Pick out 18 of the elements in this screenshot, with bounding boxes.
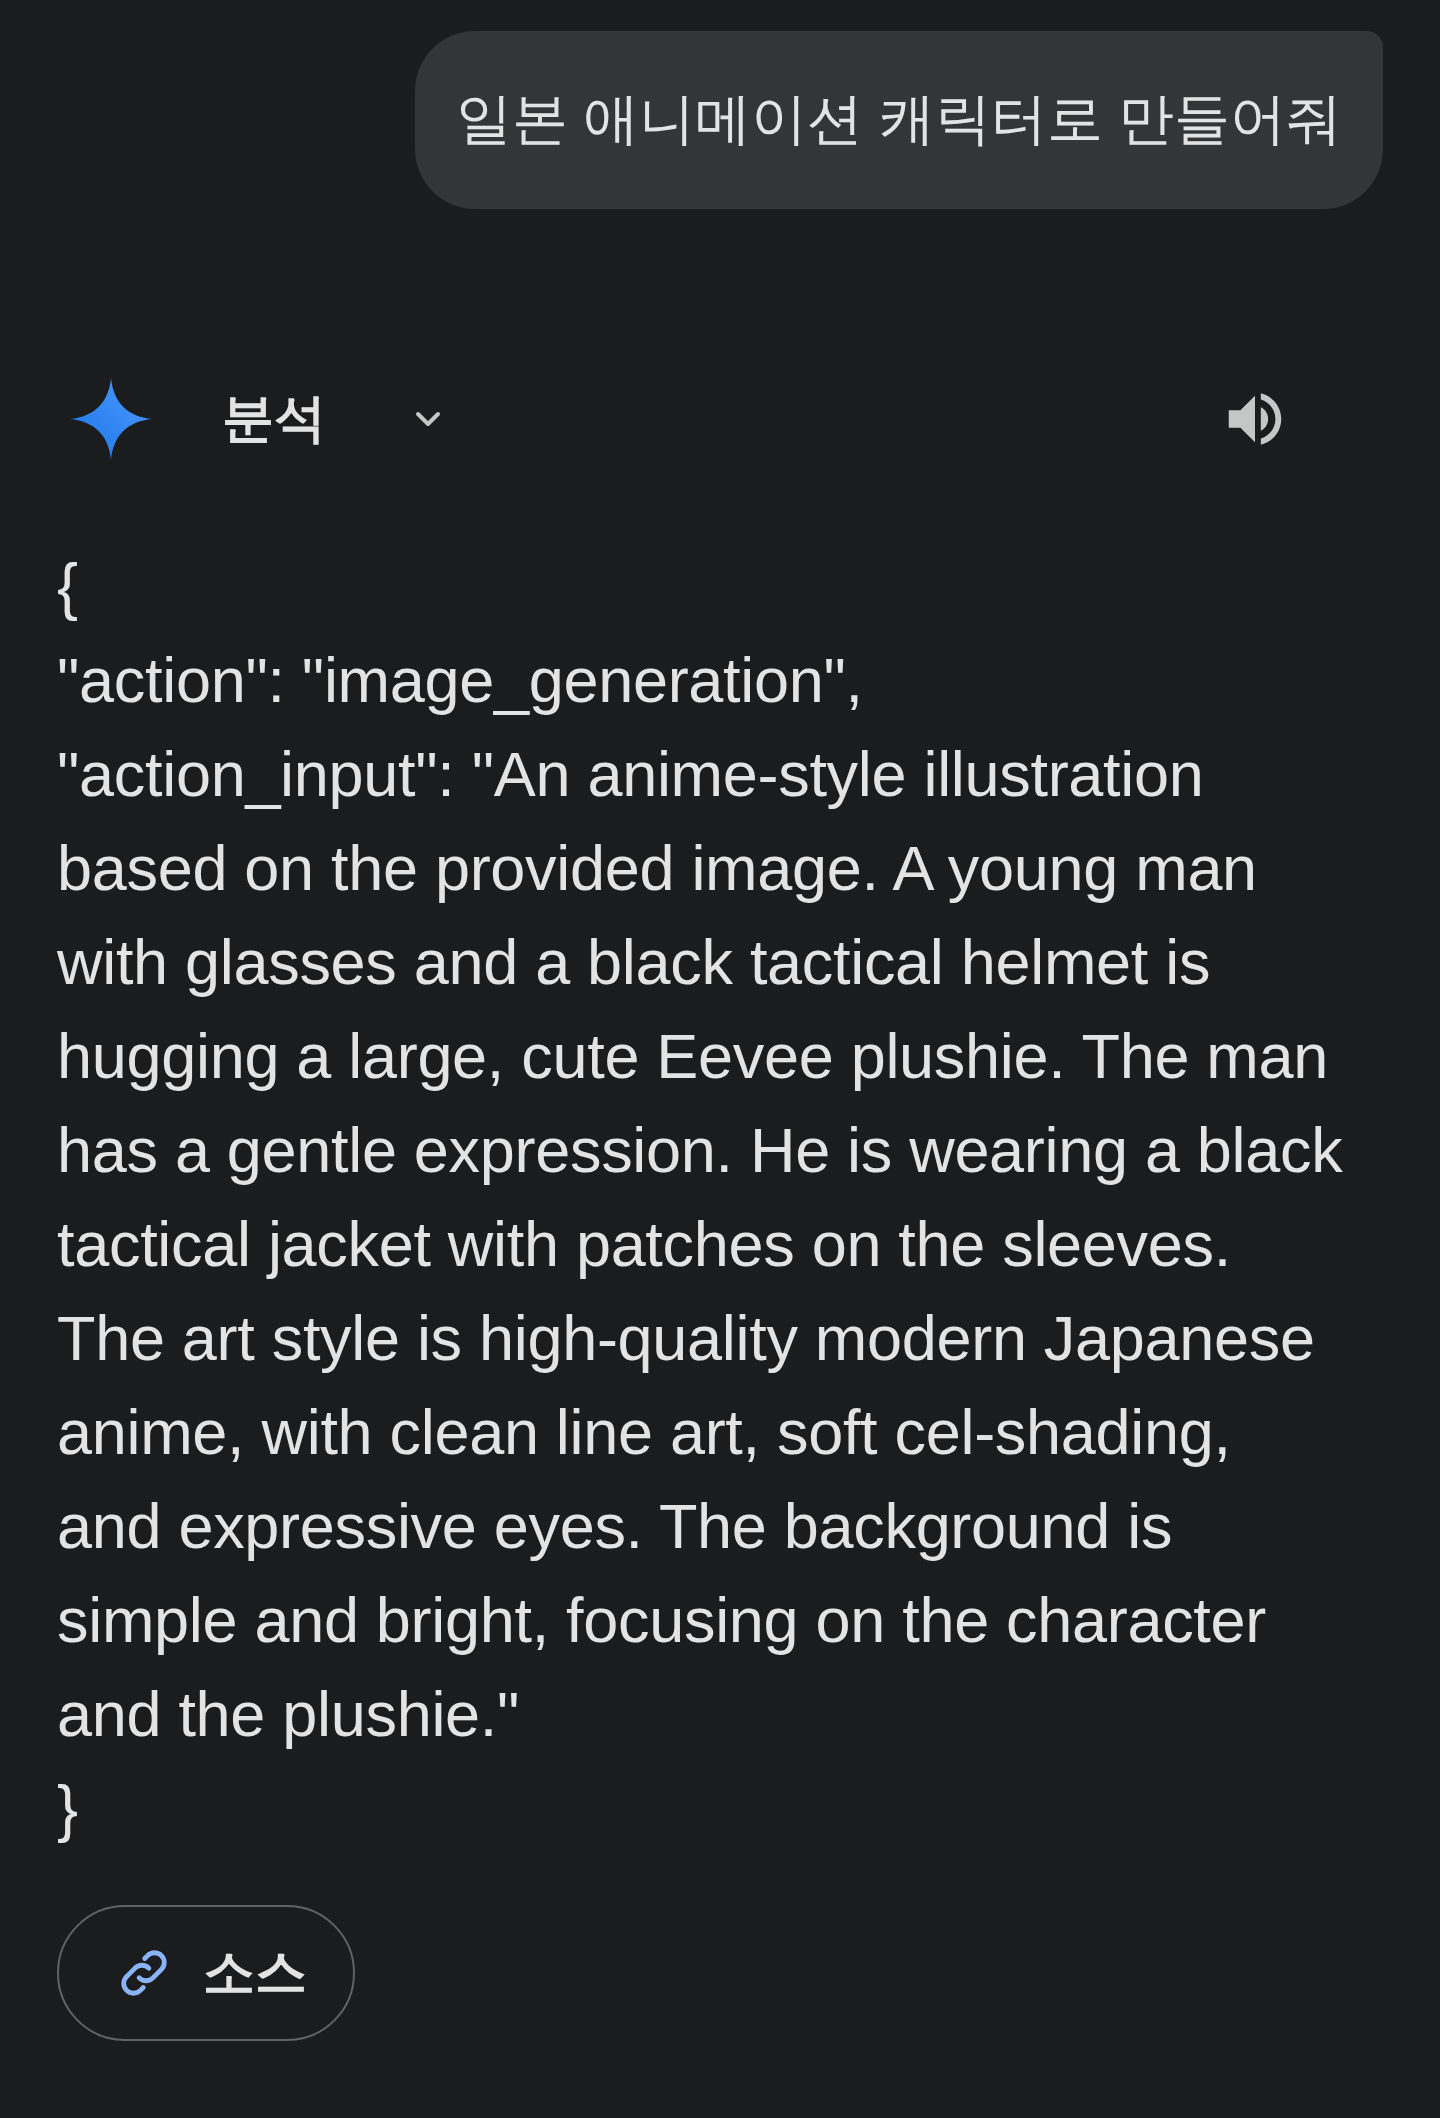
response-text-line: "action": "image_generation",	[57, 644, 864, 717]
response-text-line: has a gentle expression. He is wearing a black	[57, 1114, 1344, 1187]
response-text-line: simple and bright, focusing on the character	[57, 1584, 1267, 1657]
response-text-line: based on the provided image. A young man	[57, 832, 1258, 905]
response-text-line: "action_input": "An anime-style illustration	[57, 738, 1205, 811]
analysis-label: 분석	[222, 388, 326, 449]
response-text-line: with glasses and a black tactical helmet is	[57, 926, 1212, 999]
response-text-line: anime, with clean line art, soft cel-shading,	[57, 1396, 1232, 1469]
response-text-line: }	[57, 1772, 79, 1845]
response-text-line: tactical jacket with patches on the sleeves.	[57, 1208, 1232, 1281]
response-text-line: hugging a large, cute Eevee plushie. The man	[57, 1020, 1329, 1093]
response-text-line: and expressive eyes. The background is	[57, 1490, 1174, 1563]
response-text-line: {	[57, 550, 79, 623]
response-text-line: The art style is high-quality modern Japanese	[57, 1302, 1316, 1375]
response-text-line: and the plushie."	[57, 1678, 521, 1751]
sparkle-icon	[70, 378, 152, 460]
sources-button[interactable]: 소스	[57, 1905, 355, 2041]
user-message: 일본 애니메이션 캐릭터로 만들어줘	[415, 31, 1383, 209]
